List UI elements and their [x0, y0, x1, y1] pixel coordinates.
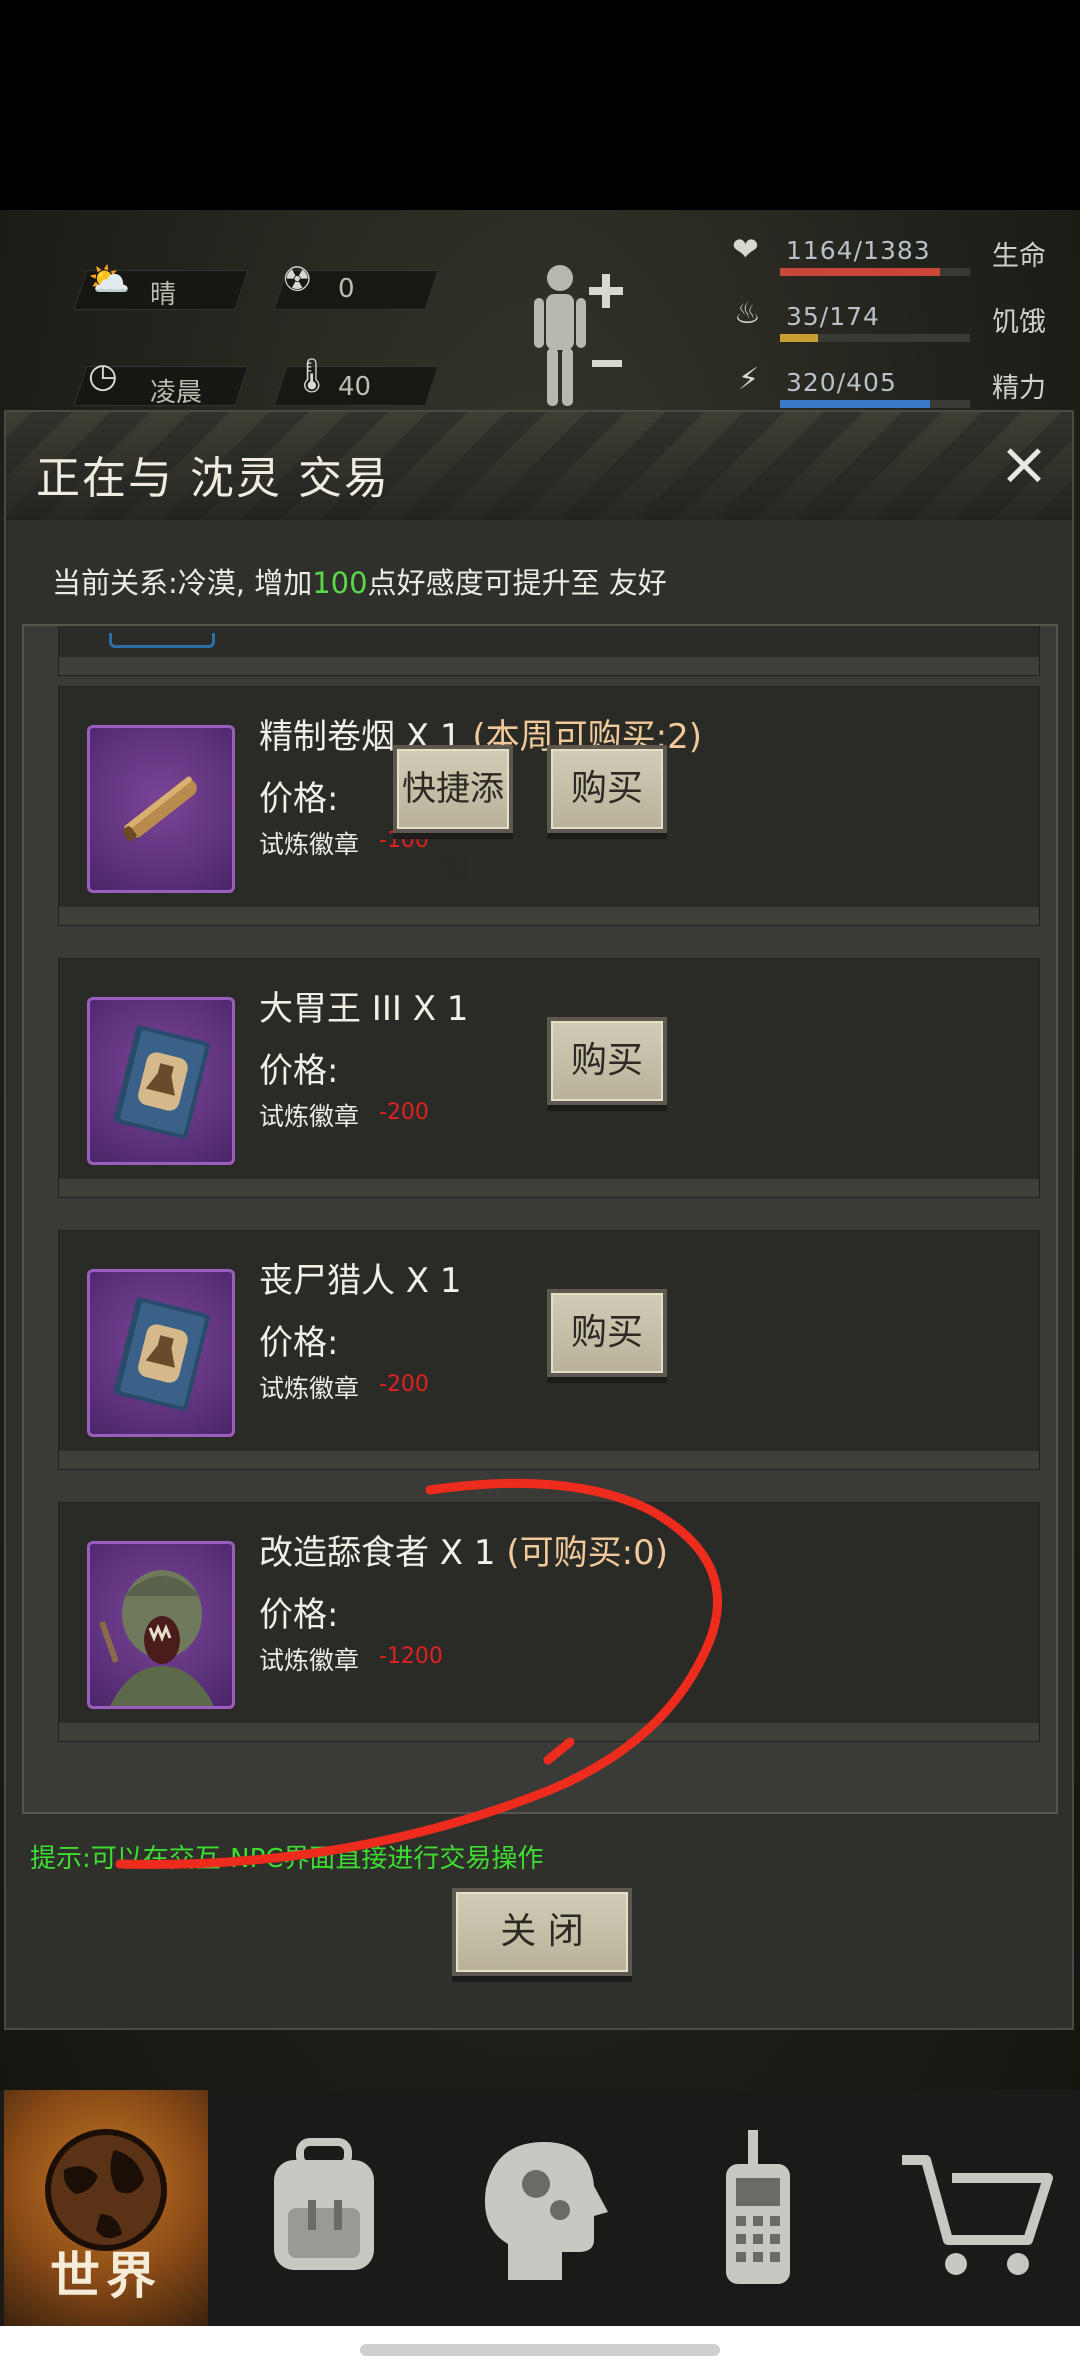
- item-thumb: [87, 997, 235, 1165]
- price-label: 价格:: [259, 1595, 339, 1635]
- price-value: -200: [379, 1100, 429, 1125]
- energy-icon: ⚡: [738, 362, 760, 397]
- time-of-day-text: 凌晨: [150, 378, 203, 408]
- nav-radio[interactable]: [656, 2090, 860, 2326]
- nav-world[interactable]: 世界: [4, 2090, 208, 2326]
- item-thumb: [87, 1269, 235, 1437]
- item-name: 丧尸猎人 X 1: [259, 1253, 462, 1302]
- price-value: -200: [379, 1372, 429, 1397]
- radiation-icon: ☢: [282, 260, 313, 300]
- list-item-partial: [58, 626, 1040, 676]
- cart-icon: [902, 2155, 1053, 2275]
- weather-cloud-sun-icon: ⛅: [88, 260, 131, 300]
- stat-health-label: 生命: [992, 241, 1046, 272]
- heart-icon: ❤: [732, 230, 759, 268]
- close-icon[interactable]: ×: [994, 434, 1054, 496]
- currency-name: 试炼徽章: [259, 1374, 360, 1403]
- list-item: 丧尸猎人 X 1 价格: 试炼徽章 -200 购买: [58, 1230, 1040, 1470]
- relation-text: 当前关系:冷漠, 增加100点好感度可提升至 友好: [52, 560, 667, 602]
- stat-hunger-bar: [780, 334, 818, 342]
- hint-text: 提示:可以在交互-NPC界面直接进行交易操作: [30, 1844, 544, 1874]
- book-icon: [113, 1025, 210, 1140]
- skills-head-icon: [484, 2142, 608, 2280]
- quick-add-button[interactable]: 快捷添加: [393, 745, 513, 889]
- card-bottom-strip: [59, 1179, 1039, 1197]
- list-item: 精制卷烟 X 1 (本周可购买:2) 价格: 试炼徽章 -100 快捷添加 购买: [58, 686, 1040, 926]
- price-label: 价格:: [259, 1051, 339, 1091]
- card-bottom-strip: [59, 657, 1039, 675]
- clock-icon: ◷: [88, 356, 118, 396]
- buy-button[interactable]: 购买: [547, 745, 667, 833]
- hunger-icon: ♨: [734, 296, 761, 331]
- stat-hunger-label: 饥饿: [992, 307, 1046, 338]
- relation-points: 100: [312, 566, 368, 600]
- item-name-text: 大胃王 III X 1: [259, 989, 469, 1029]
- nav-world-label: 世界: [50, 2247, 162, 2305]
- home-indicator[interactable]: [360, 2344, 720, 2356]
- stat-health-bar: [780, 268, 940, 276]
- nav-backpack[interactable]: [222, 2090, 426, 2326]
- relation-suffix: 点好感度可提升至 友好: [367, 566, 667, 600]
- stat-hunger-value: 35/174: [786, 302, 880, 331]
- item-name-text: 丧尸猎人 X 1: [259, 1261, 462, 1301]
- price-label: 价格:: [259, 1323, 339, 1363]
- licker-icon: [99, 1570, 214, 1706]
- stat-energy-label: 精力: [992, 373, 1046, 404]
- price-label: 价格:: [259, 779, 339, 819]
- relation-prefix: 当前关系:冷漠, 增加: [52, 566, 313, 600]
- item-thumb: [87, 1541, 235, 1709]
- card-bottom-strip: [59, 907, 1039, 925]
- stat-health-value: 1164/1383: [786, 236, 931, 265]
- buy-button[interactable]: 购买: [547, 1017, 667, 1105]
- thumb-partial: [109, 633, 215, 648]
- radio-icon: [726, 2130, 790, 2284]
- trade-dialog: 正在与 沈灵 交易 × 当前关系:冷漠, 增加100点好感度可提升至 友好 精制…: [4, 410, 1074, 2030]
- currency-name: 试炼徽章: [259, 1102, 360, 1131]
- trade-item-list[interactable]: 精制卷烟 X 1 (本周可购买:2) 价格: 试炼徽章 -100 快捷添加 购买: [22, 624, 1058, 1814]
- card-bottom-strip: [59, 1723, 1039, 1741]
- buy-button[interactable]: 购买: [547, 1289, 667, 1377]
- temperature-value: 40: [338, 372, 372, 402]
- cigar-icon: [122, 776, 197, 842]
- currency-name: 试炼徽章: [259, 830, 360, 859]
- nav-skills[interactable]: [438, 2090, 642, 2326]
- item-limit: (可购买:0): [506, 1533, 668, 1573]
- book-icon: [113, 1297, 210, 1412]
- close-button[interactable]: 关 闭: [452, 1888, 632, 1976]
- item-name: 改造舔食者 X 1 (可购买:0): [259, 1525, 668, 1574]
- stat-energy-bar: [780, 400, 930, 408]
- price-value: -1200: [379, 1644, 443, 1669]
- currency-name: 试炼徽章: [259, 1646, 360, 1675]
- item-thumb: [87, 725, 235, 893]
- bottom-nav: 世界: [0, 2090, 1080, 2326]
- list-item: 改造舔食者 X 1 (可购买:0) 价格: 试炼徽章 -1200: [58, 1502, 1040, 1742]
- radiation-value: 0: [338, 274, 355, 304]
- nav-shop[interactable]: [872, 2090, 1076, 2326]
- weather-text: 晴: [150, 280, 177, 310]
- item-name: 大胃王 III X 1: [259, 981, 468, 1030]
- card-bottom-strip: [59, 1451, 1039, 1469]
- stat-energy-value: 320/405: [786, 368, 897, 397]
- backpack-icon: [274, 2138, 374, 2270]
- list-item: 大胃王 III X 1 价格: 试炼徽章 -200 购买: [58, 958, 1040, 1198]
- dialog-title: 正在与 沈灵 交易: [36, 453, 390, 504]
- body-status-icon[interactable]: [520, 260, 630, 410]
- thermometer-icon: 🌡: [290, 356, 334, 396]
- item-name-text: 改造舔食者 X 1: [259, 1533, 496, 1573]
